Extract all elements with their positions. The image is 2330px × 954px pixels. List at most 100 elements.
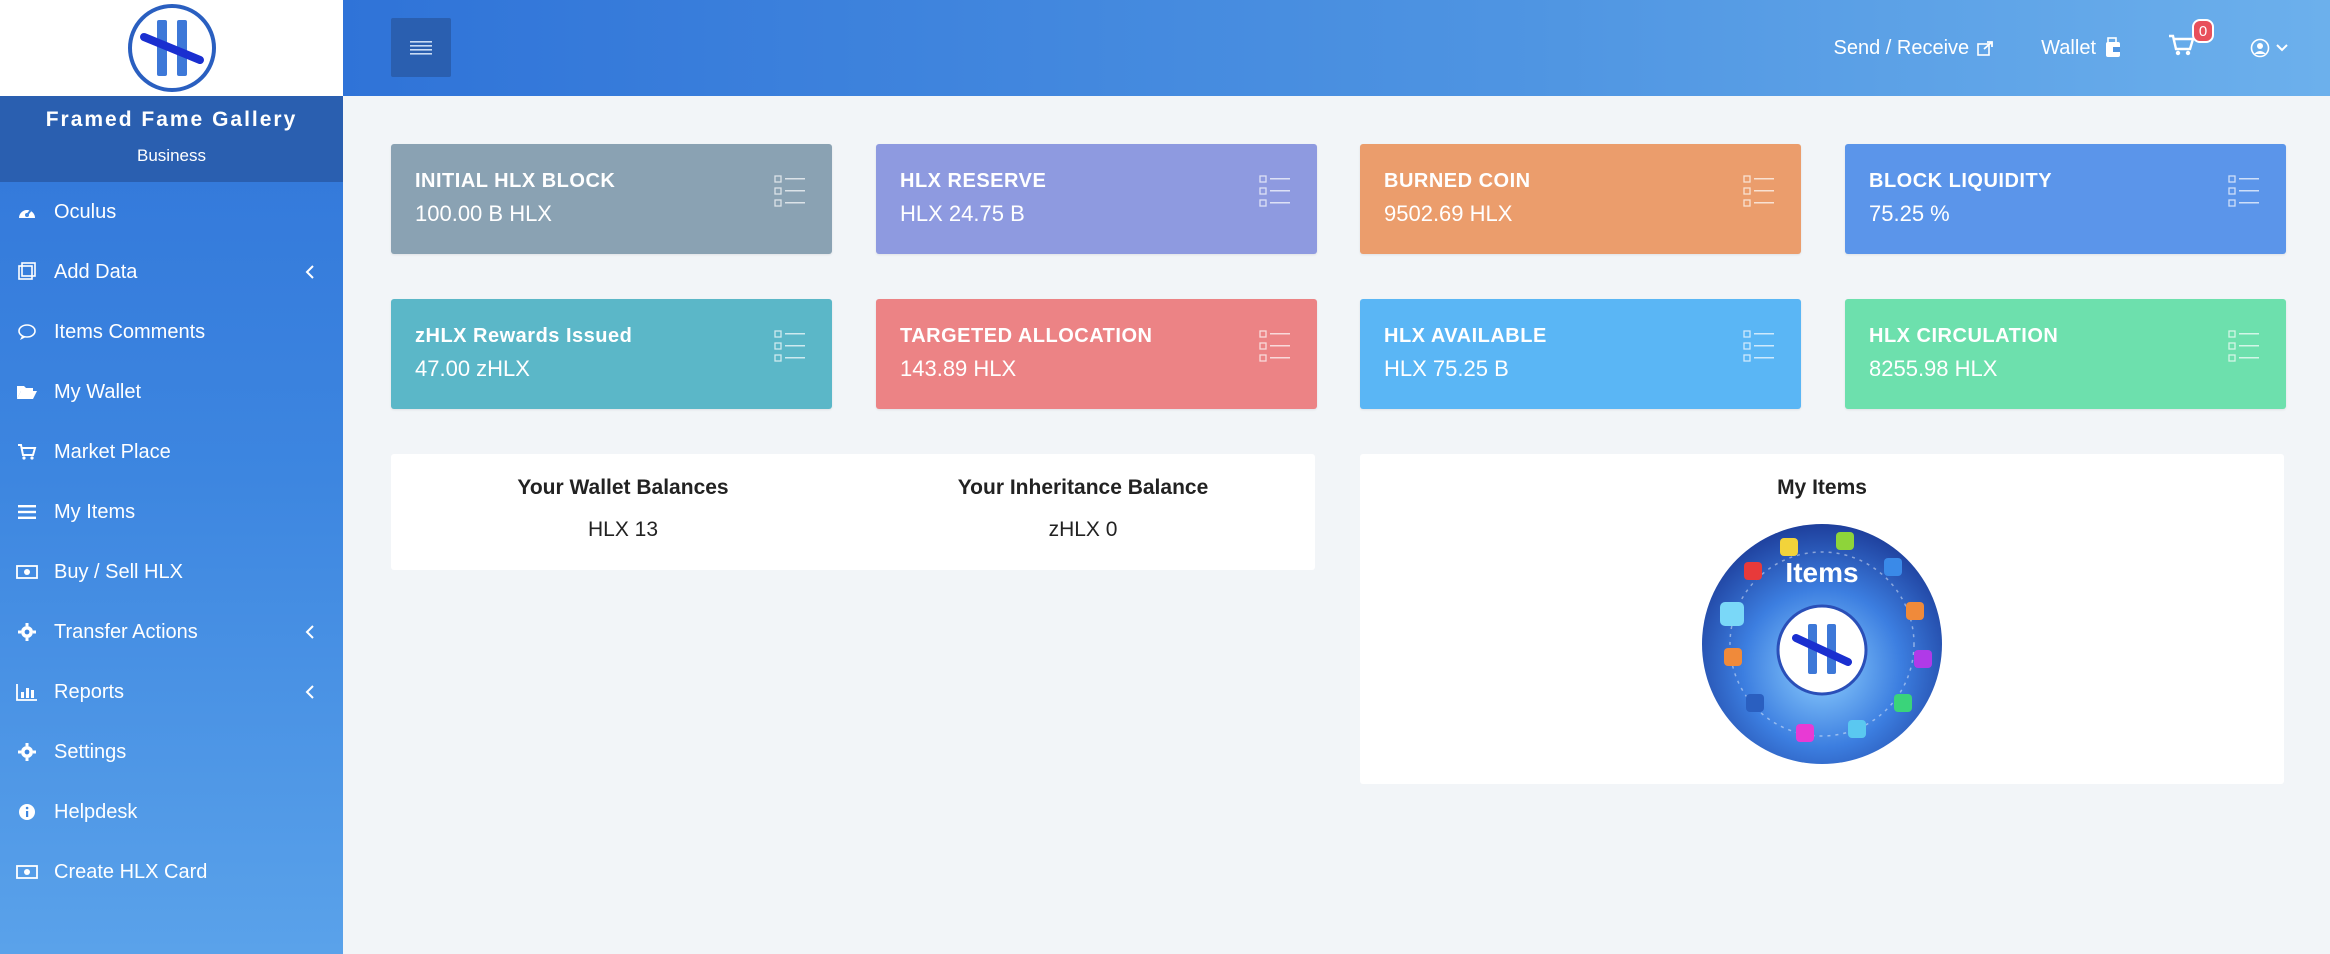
stat-card-hlx-available: HLX AVAILABLE HLX 75.25 B: [1360, 299, 1801, 409]
gear-icon: [16, 741, 38, 763]
list-icon: [2228, 175, 2259, 207]
money-icon: [16, 861, 38, 883]
chevron-left-icon: [305, 685, 314, 699]
list-icon: [2228, 330, 2259, 362]
sidebar-item-label: Add Data: [54, 260, 138, 283]
balances-panel: Your Wallet Balances HLX 13 Your Inherit…: [391, 454, 1315, 570]
dashboard-icon: [16, 201, 38, 223]
send-receive-label: Send / Receive: [1833, 36, 1970, 59]
logo-area: [0, 0, 343, 96]
stat-card-zhlx-rewards-issued: zHLX Rewards Issued 47.00 zHLX: [391, 299, 832, 409]
stat-title: HLX CIRCULATION: [1869, 325, 2059, 347]
wallet-balance-value: HLX 13: [587, 518, 659, 541]
stat-title: BLOCK LIQUIDITY: [1869, 170, 2053, 192]
sidebar-item-reports[interactable]: Reports: [0, 662, 343, 722]
comment-icon: [16, 321, 38, 343]
chevron-left-icon: [305, 265, 314, 279]
sidebar-item-label: Buy / Sell HLX: [54, 560, 183, 583]
list-icon: [1259, 175, 1290, 207]
stat-value: 143.89 HLX: [900, 356, 1017, 381]
chevron-down-icon: [2276, 44, 2288, 52]
my-items-title: My Items: [1777, 476, 1867, 499]
list-icon: [1259, 330, 1290, 362]
sidebar-item-helpdesk[interactable]: Helpdesk: [0, 782, 343, 842]
sidebar-item-label: Market Place: [54, 440, 171, 463]
sidebar-item-my-items[interactable]: My Items: [0, 482, 343, 542]
cart-button[interactable]: 0: [2168, 19, 2214, 63]
inheritance-balance-block: Your Inheritance Balance zHLX 0: [933, 476, 1233, 542]
sidebar-item-buy-sell-hlx[interactable]: Buy / Sell HLX: [0, 542, 343, 602]
brand-subtitle: Business: [137, 146, 206, 165]
stat-title: INITIAL HLX BLOCK: [415, 170, 616, 192]
cart-count-badge: 0: [2192, 19, 2214, 43]
brand-logo-icon[interactable]: [127, 3, 217, 93]
gear-icon: [16, 621, 38, 643]
inheritance-balance-title: Your Inheritance Balance: [957, 476, 1209, 499]
sidebar-item-label: Helpdesk: [54, 800, 138, 823]
sidebar-item-settings[interactable]: Settings: [0, 722, 343, 782]
sidebar-item-add-data[interactable]: Add Data: [0, 242, 343, 302]
cart-icon: [16, 441, 38, 463]
list-icon: [774, 330, 805, 362]
sidebar-item-my-wallet[interactable]: My Wallet: [0, 362, 343, 422]
stat-title: HLX RESERVE: [900, 170, 1047, 192]
stat-title: TARGETED ALLOCATION: [900, 325, 1153, 347]
info-icon: [16, 801, 38, 823]
list-icon: [774, 175, 805, 207]
sidebar-item-items-comments[interactable]: Items Comments: [0, 302, 343, 362]
stat-card-burned-coin: BURNED COIN 9502.69 HLX: [1360, 144, 1801, 254]
sidebar-item-label: My Items: [54, 500, 136, 523]
stat-value: 8255.98 HLX: [1869, 356, 1998, 381]
sidebar-item-transfer-actions[interactable]: Transfer Actions: [0, 602, 343, 662]
stat-value: 75.25 %: [1869, 201, 1950, 226]
sidebar-item-label: Create HLX Card: [54, 860, 208, 883]
sidebar-item-label: Settings: [54, 740, 127, 763]
sidebar-item-label: Items Comments: [54, 320, 206, 343]
stat-title: HLX AVAILABLE: [1384, 325, 1547, 347]
sidebar-item-label: Transfer Actions: [54, 620, 198, 643]
stat-value: 100.00 B HLX: [415, 201, 552, 226]
sidebar-nav: Oculus Add Data Items Comments My Wallet: [0, 182, 343, 902]
user-circle-icon: [2250, 38, 2270, 58]
add-data-icon: [16, 261, 38, 283]
stat-value: 47.00 zHLX: [415, 356, 530, 381]
wallet-balance-block: Your Wallet Balances HLX 13: [473, 476, 773, 542]
hamburger-icon: [410, 40, 432, 55]
top-nav-links: Send / Receive Wallet 0: [1834, 0, 2330, 96]
sidebar: Framed Fame Gallery Business Oculus Add …: [0, 0, 343, 954]
sidebar-item-market-place[interactable]: Market Place: [0, 422, 343, 482]
share-icon: [1977, 41, 1994, 56]
sidebar-item-create-hlx-card[interactable]: Create HLX Card: [0, 842, 343, 902]
sidebar-item-label: Oculus: [54, 200, 117, 223]
stat-card-hlx-reserve: HLX RESERVE HLX 24.75 B: [876, 144, 1317, 254]
stat-card-block-liquidity: BLOCK LIQUIDITY 75.25 %: [1845, 144, 2286, 254]
stat-value: HLX 24.75 B: [900, 201, 1025, 226]
stat-card-targeted-allocation: TARGETED ALLOCATION 143.89 HLX: [876, 299, 1317, 409]
sidebar-item-label: My Wallet: [54, 380, 142, 403]
sidebar-item-label: Reports: [54, 680, 125, 703]
sidebar-item-oculus[interactable]: Oculus: [0, 182, 343, 242]
top-navbar: Send / Receive Wallet 0: [343, 0, 2330, 96]
stat-title: zHLX Rewards Issued: [415, 325, 633, 347]
inheritance-balance-value: zHLX 0: [1048, 518, 1118, 541]
send-receive-link[interactable]: Send / Receive: [1834, 37, 1996, 60]
user-menu-button[interactable]: [2250, 38, 2288, 58]
wallet-label: Wallet: [2041, 36, 2096, 59]
wallet-icon: [2106, 37, 2120, 57]
bar-chart-icon: [16, 681, 38, 703]
items-image-label: Items: [1785, 557, 1858, 588]
chevron-left-icon: [305, 625, 314, 639]
stat-title: BURNED COIN: [1384, 170, 1531, 192]
money-icon: [16, 561, 38, 583]
my-items-image[interactable]: Items: [1700, 522, 1944, 766]
stat-card-hlx-circulation: HLX CIRCULATION 8255.98 HLX: [1845, 299, 2286, 409]
wallet-balance-title: Your Wallet Balances: [517, 476, 729, 499]
menu-toggle-button[interactable]: [391, 18, 451, 77]
wallet-link[interactable]: Wallet: [2041, 37, 2122, 60]
stat-value: HLX 75.25 B: [1384, 356, 1509, 381]
list-icon: [1743, 175, 1774, 207]
my-items-panel: My Items Items: [1360, 454, 2284, 784]
list-icon: [1743, 330, 1774, 362]
brand-name: Framed Fame Gallery: [45, 108, 298, 131]
stat-card-initial-hlx-block: INITIAL HLX BLOCK 100.00 B HLX: [391, 144, 832, 254]
